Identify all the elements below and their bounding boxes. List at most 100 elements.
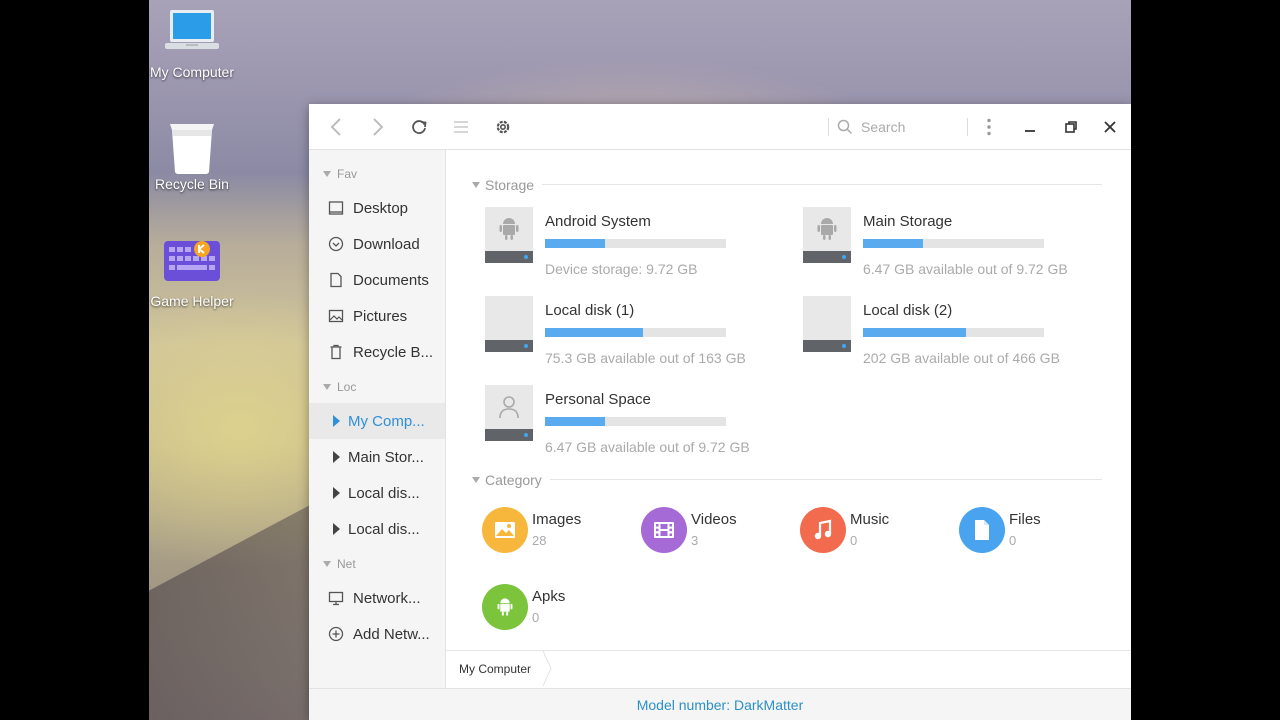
sidebar-section-loc[interactable]: Loc: [323, 380, 356, 394]
sidebar-item-local-disk-1[interactable]: Local dis...: [309, 475, 445, 511]
expand-arrow-icon[interactable]: [333, 415, 340, 427]
picture-icon: [327, 307, 345, 325]
drive-info: 6.47 GB available out of 9.72 GB: [863, 261, 1068, 277]
drive-name: Main Storage: [863, 213, 953, 230]
drive-personal-space[interactable]: Personal Space 6.47 GB available out of …: [485, 385, 785, 465]
sidebar-item-pictures[interactable]: Pictures: [309, 298, 445, 334]
drive-icon: [485, 296, 533, 352]
drive-icon: [803, 296, 851, 352]
android-icon: [817, 218, 837, 240]
group-label: Storage: [485, 177, 535, 193]
drive-local-disk-2[interactable]: Local disk (2) 202 GB available out of 4…: [803, 296, 1103, 376]
drive-android-system[interactable]: Android System Device storage: 9.72 GB: [485, 207, 785, 287]
drive-info: 202 GB available out of 466 GB: [863, 350, 1060, 366]
android-icon: [482, 584, 528, 630]
category-count: 0: [850, 533, 858, 548]
expand-arrow-icon[interactable]: [333, 523, 340, 535]
more-icon[interactable]: [977, 115, 1001, 139]
sidebar-item-label: Pictures: [353, 307, 408, 325]
drive-info: 6.47 GB available out of 9.72 GB: [545, 439, 750, 455]
category-name: Videos: [691, 511, 737, 528]
android-icon: [499, 218, 519, 240]
drive-name: Local disk (2): [863, 302, 953, 319]
forward-icon[interactable]: [366, 115, 390, 139]
drive-main-storage[interactable]: Main Storage 6.47 GB available out of 9.…: [803, 207, 1103, 287]
sidebar-item-label: Main Stor...: [348, 448, 424, 466]
main-content: Storage Android System Device storage: 9…: [446, 150, 1131, 650]
recycle-bin-icon: [162, 118, 222, 174]
video-icon: [641, 507, 687, 553]
refresh-icon[interactable]: [407, 115, 431, 139]
category-videos[interactable]: Videos 3: [641, 507, 791, 557]
desktop-icon-game-helper[interactable]: Game Helper: [149, 235, 242, 309]
category-name: Apks: [532, 588, 566, 605]
sidebar-item-download[interactable]: Download: [309, 226, 445, 262]
drive-icon: [803, 207, 851, 263]
search-input[interactable]: [861, 119, 961, 135]
laptop-icon: [162, 6, 222, 60]
sidebar-item-documents[interactable]: Documents: [309, 262, 445, 298]
search-icon: [837, 119, 853, 135]
desktop-icon-label: Recycle Bin: [155, 176, 229, 192]
list-view-icon[interactable]: [449, 115, 473, 139]
keyboard-icon: [162, 235, 222, 289]
desktop-icon-label: Game Helper: [150, 293, 234, 309]
breadcrumb: My Computer: [446, 650, 1131, 686]
sidebar-item-recycle-bin[interactable]: Recycle B...: [309, 334, 445, 370]
network-icon: [327, 589, 345, 607]
category-files[interactable]: Files 0: [959, 507, 1109, 557]
chevron-right-icon: [542, 651, 552, 686]
desktop-icon-recycle-bin[interactable]: Recycle Bin: [149, 118, 242, 192]
sidebar: Fav Desktop Download Documents Pictures …: [309, 150, 446, 688]
sidebar-item-label: Download: [353, 235, 420, 253]
breadcrumb-item[interactable]: My Computer: [459, 662, 531, 676]
drive-local-disk-1[interactable]: Local disk (1) 75.3 GB available out of …: [485, 296, 785, 376]
maximize-icon[interactable]: [1059, 115, 1083, 139]
search-box[interactable]: [837, 115, 965, 139]
sidebar-item-my-computer[interactable]: My Comp...: [309, 403, 445, 439]
status-bar: Model number: DarkMatter: [309, 688, 1131, 720]
sidebar-item-label: Add Netw...: [353, 625, 430, 643]
expand-arrow-icon[interactable]: [333, 487, 340, 499]
category-music[interactable]: Music 0: [800, 507, 950, 557]
desktop-icon-label: My Computer: [149, 64, 235, 80]
drive-usage-bar: [545, 239, 726, 248]
group-label: Category: [485, 472, 542, 488]
sidebar-section-fav[interactable]: Fav: [323, 167, 357, 181]
sidebar-item-add-network[interactable]: Add Netw...: [309, 616, 445, 652]
drive-usage-bar: [863, 328, 1044, 337]
category-name: Files: [1009, 511, 1041, 528]
back-icon[interactable]: [324, 115, 348, 139]
category-name: Images: [532, 511, 582, 528]
sidebar-item-label: Local dis...: [348, 484, 420, 502]
drive-info: 75.3 GB available out of 163 GB: [545, 350, 746, 366]
sidebar-item-network[interactable]: Network...: [309, 580, 445, 616]
category-images[interactable]: Images 28: [482, 507, 632, 557]
drive-name: Personal Space: [545, 391, 651, 408]
category-name: Music: [850, 511, 890, 528]
category-group-header[interactable]: Category: [472, 472, 542, 488]
toolbar: [309, 104, 1131, 150]
drive-usage-bar: [863, 239, 1044, 248]
category-count: 0: [532, 610, 540, 625]
image-icon: [482, 507, 528, 553]
sidebar-item-local-disk-2[interactable]: Local dis...: [309, 511, 445, 547]
file-icon: [959, 507, 1005, 553]
sidebar-item-label: Recycle B...: [353, 343, 434, 361]
sidebar-section-net[interactable]: Net: [323, 557, 356, 571]
file-manager-window: Fav Desktop Download Documents Pictures …: [309, 104, 1131, 720]
category-count: 28: [532, 533, 547, 548]
sidebar-item-desktop[interactable]: Desktop: [309, 190, 445, 226]
sidebar-item-main-storage[interactable]: Main Stor...: [309, 439, 445, 475]
storage-group-header[interactable]: Storage: [472, 177, 534, 193]
desktop-icon-my-computer[interactable]: My Computer: [149, 6, 242, 80]
category-apks[interactable]: Apks 0: [482, 584, 632, 634]
expand-arrow-icon[interactable]: [333, 451, 340, 463]
drive-usage-bar: [545, 417, 726, 426]
desktop-icon: [327, 199, 345, 217]
minimize-icon[interactable]: [1018, 115, 1042, 139]
drive-icon: [485, 207, 533, 263]
close-icon[interactable]: [1098, 115, 1122, 139]
document-icon: [327, 271, 345, 289]
settings-icon[interactable]: [491, 115, 515, 139]
